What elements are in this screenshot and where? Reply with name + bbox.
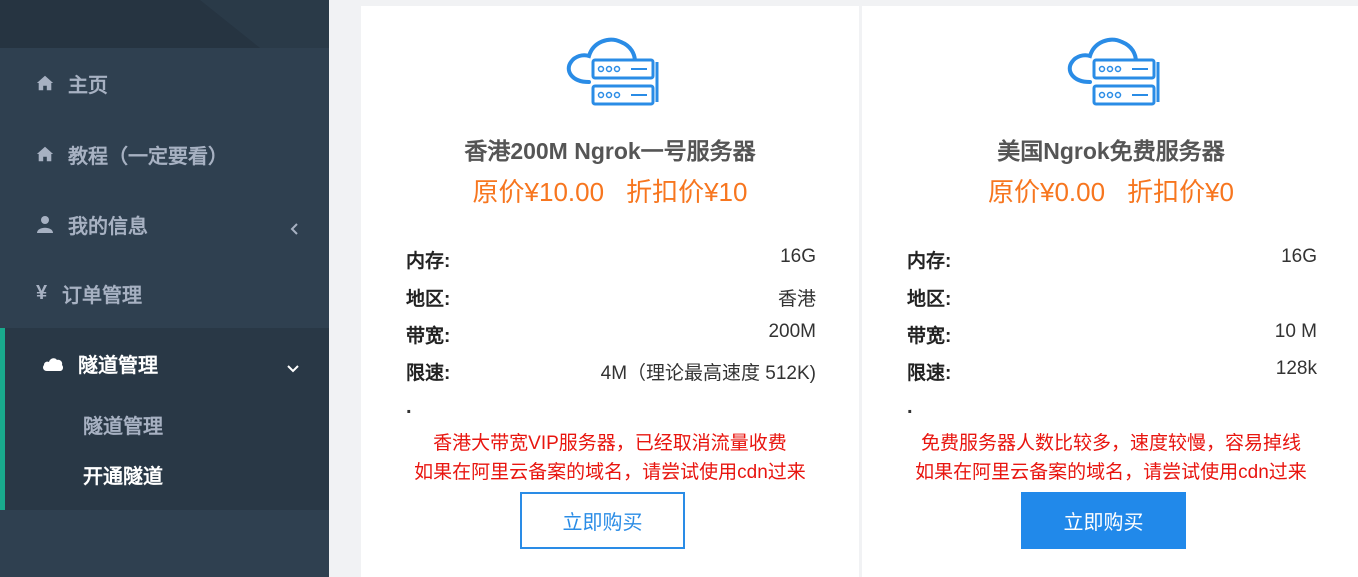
spec-key: 内存: (907, 251, 952, 272)
spec-row: 地区: 香港 (406, 284, 816, 310)
spec-value: 200M (768, 321, 816, 342)
yen-icon: ¥ (36, 281, 48, 304)
chevron-left-icon (289, 218, 301, 235)
sidebar-item-home[interactable]: 主页 (0, 48, 329, 118)
note-line: 如果在阿里云备案的域名，请尝试使用cdn过来 (915, 462, 1307, 483)
sidebar: 主页 教程（一定要看） 我的信息 ¥ 订单管理 隧道管理 隧道管理 开通隧道 (0, 0, 329, 577)
sidebar-item-label: 隧道管理 (78, 354, 158, 377)
spec-key: 限速: (406, 363, 451, 384)
spec-row: 带宽: 10 M (907, 321, 1317, 347)
spec-row: 内存: 16G (907, 246, 1317, 272)
note-line: 免费服务器人数比较多，速度较慢，容易掉线 (920, 433, 1301, 454)
separator-dot: . (406, 396, 412, 418)
separator-dot: . (907, 396, 913, 418)
server-title: 美国Ngrok免费服务器 (997, 138, 1225, 164)
sidebar-item-label: 主页 (68, 74, 108, 97)
spec-key: 带宽: (907, 326, 952, 347)
spec-value: 香港 (777, 289, 816, 310)
sidebar-item-label: 我的信息 (68, 215, 148, 238)
original-price: 原价¥0.00 (988, 177, 1106, 207)
note-line: 香港大带宽VIP服务器，已经取消流量收费 (433, 433, 787, 454)
sidebar-subitem-open-tunnel[interactable]: 开通隧道 (83, 460, 163, 489)
user-icon (36, 215, 54, 233)
price-line: 原价¥0.00 折扣价¥0 (862, 172, 1358, 209)
original-price: 原价¥10.00 (472, 177, 605, 207)
sidebar-subitem-tunnel-management[interactable]: 隧道管理 (83, 410, 163, 439)
spec-row: 地区: (907, 284, 1317, 310)
discount-price: 折扣价¥0 (1127, 177, 1234, 207)
spec-row: 带宽: 200M (406, 321, 816, 347)
server-card: 美国Ngrok免费服务器 原价¥0.00 折扣价¥0 内存: 16G 地区: 带宽… (862, 6, 1358, 577)
price-line: 原价¥10.00 折扣价¥10 (361, 172, 859, 209)
sidebar-item-tutorial[interactable]: 教程（一定要看） (0, 119, 329, 189)
server-title: 香港200M Ngrok一号服务器 (464, 138, 756, 164)
spec-value: 16G (1281, 246, 1317, 267)
discount-price: 折扣价¥10 (626, 177, 748, 207)
sidebar-item-tunnels-header[interactable]: 隧道管理 (5, 328, 329, 398)
sidebar-item-label: 教程（一定要看） (68, 145, 228, 168)
spec-row: 限速: 4M（理论最高速度 512K) (406, 358, 816, 384)
sidebar-item-my-info[interactable]: 我的信息 (0, 189, 329, 259)
spec-row: 限速: 128k (907, 358, 1317, 384)
sidebar-item-orders[interactable]: ¥ 订单管理 (0, 258, 329, 328)
buy-now-button[interactable]: 立即购买 (1021, 492, 1186, 549)
spec-key: 带宽: (406, 326, 451, 347)
spec-key: 限速: (907, 363, 952, 384)
spec-value: 10 M (1274, 321, 1317, 342)
buy-now-button[interactable]: 立即购买 (520, 492, 685, 549)
sidebar-item-tunnels: 隧道管理 隧道管理 开通隧道 (0, 328, 329, 510)
spec-key: 地区: (406, 289, 451, 310)
cloud-server-icon (566, 37, 659, 106)
spec-value: 4M（理论最高速度 512K) (600, 363, 816, 384)
server-card: 香港200M Ngrok一号服务器 原价¥10.00 折扣价¥10 内存: 16G… (361, 6, 859, 577)
chevron-down-icon (287, 357, 299, 373)
spec-key: 地区: (907, 289, 952, 310)
spec-key: 内存: (406, 251, 451, 272)
cloud-server-icon (1067, 37, 1160, 106)
sidebar-header (0, 0, 329, 48)
home-icon (36, 74, 54, 92)
spec-value: 128k (1275, 358, 1317, 379)
spec-value: 16G (780, 246, 816, 267)
sidebar-item-label: 订单管理 (62, 284, 142, 307)
cloud-icon (42, 354, 64, 372)
note-line: 如果在阿里云备案的域名，请尝试使用cdn过来 (414, 462, 806, 483)
home-icon (36, 145, 54, 163)
spec-row: 内存: 16G (406, 246, 816, 272)
